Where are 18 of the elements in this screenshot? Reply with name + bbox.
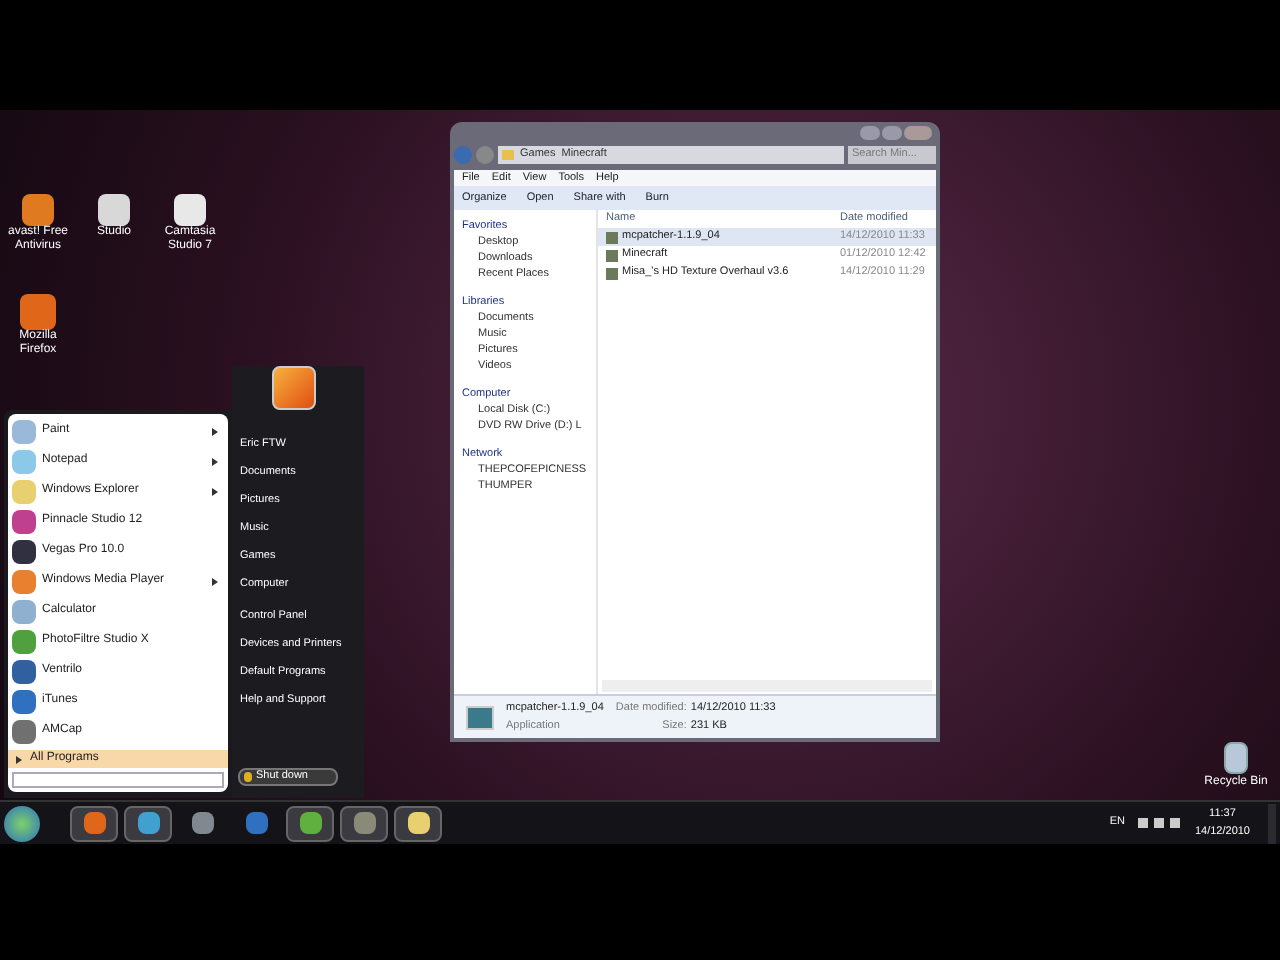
submenu-arrow-icon[interactable]: [212, 457, 218, 465]
recycle-bin-icon[interactable]: [1224, 742, 1248, 774]
application-icon: [466, 705, 494, 729]
taskbar-button[interactable]: [394, 805, 442, 841]
search-field[interactable]: [12, 772, 224, 788]
submenu-arrow-icon[interactable]: [212, 427, 218, 435]
taskbar-button[interactable]: [124, 805, 172, 841]
user-picture: [272, 366, 316, 410]
shield-icon: [244, 772, 252, 782]
horizontal-scrollbar[interactable]: [602, 680, 932, 692]
submenu-arrow-icon[interactable]: [212, 487, 218, 495]
taskbar-button[interactable]: [340, 805, 388, 841]
start-button[interactable]: [4, 805, 40, 841]
folder-icon: [502, 149, 514, 159]
taskbar-button[interactable]: [286, 805, 334, 841]
arrow-icon: [16, 755, 22, 763]
taskbar-button[interactable]: [70, 805, 118, 841]
submenu-arrow-icon[interactable]: [212, 577, 218, 585]
